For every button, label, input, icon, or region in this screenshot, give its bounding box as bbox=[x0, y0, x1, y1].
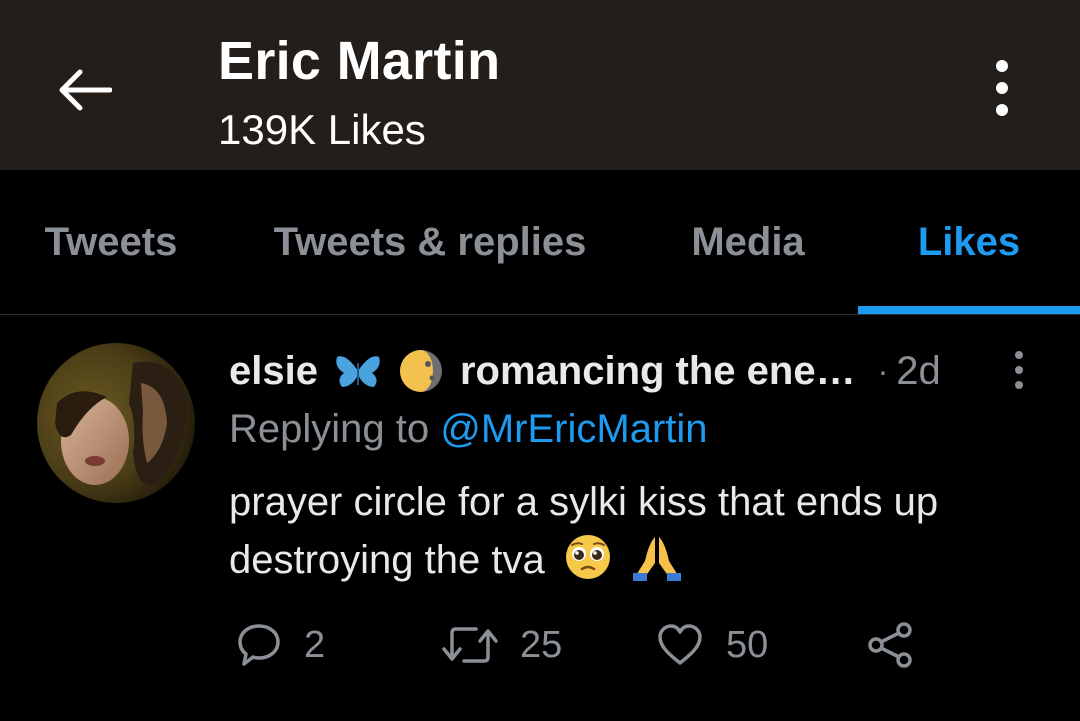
active-tab-indicator bbox=[858, 306, 1080, 314]
tweet-card[interactable]: elsie romancing the ene… · 2d Replying t… bbox=[0, 315, 1080, 721]
tweet-actions: 2 25 50 bbox=[0, 615, 1080, 675]
tweet-timestamp[interactable]: 2d bbox=[896, 349, 941, 394]
share-icon bbox=[868, 622, 912, 668]
pleading-face-icon bbox=[565, 535, 610, 579]
retweet-button[interactable]: 25 bbox=[442, 615, 562, 675]
moon-icon bbox=[399, 350, 442, 392]
more-vertical-icon bbox=[996, 60, 1008, 116]
like-count: 50 bbox=[726, 623, 769, 666]
separator-dot: · bbox=[877, 352, 889, 389]
reply-button[interactable]: 2 bbox=[236, 615, 325, 675]
tab-likes[interactable]: Likes bbox=[858, 170, 1080, 314]
tab-tweets-replies[interactable]: Tweets & replies bbox=[248, 170, 612, 314]
arrow-left-icon bbox=[59, 69, 112, 111]
tab-tweets[interactable]: Tweets bbox=[16, 170, 206, 314]
more-vertical-icon bbox=[1015, 351, 1023, 389]
retweet-icon bbox=[442, 627, 498, 663]
like-button[interactable]: 50 bbox=[656, 615, 768, 675]
tweet-more-button[interactable] bbox=[1004, 345, 1034, 395]
back-button[interactable] bbox=[52, 58, 116, 122]
share-button[interactable] bbox=[866, 615, 914, 675]
tweet-author-line: elsie romancing the ene… · 2d bbox=[229, 343, 1029, 399]
avatar[interactable] bbox=[37, 343, 195, 503]
replying-to-line: Replying to @MrEricMartin bbox=[229, 407, 708, 452]
profile-name: Eric Martin bbox=[218, 31, 501, 91]
reply-handle-link[interactable]: @MrEricMartin bbox=[440, 407, 707, 451]
butterfly-icon bbox=[336, 356, 380, 387]
replying-to-label: Replying to bbox=[229, 407, 430, 451]
likes-count: 139K Likes bbox=[218, 106, 426, 153]
profile-header: Eric Martin 139K Likes bbox=[0, 0, 1080, 170]
tweet-text-container: prayer circle for a sylki kiss that ends… bbox=[229, 473, 1049, 589]
author-display-name-tail[interactable]: romancing the ene… bbox=[460, 349, 856, 394]
more-options-button[interactable] bbox=[976, 52, 1028, 124]
profile-tabs: Tweets Tweets & replies Media Likes bbox=[0, 170, 1080, 315]
retweet-count: 25 bbox=[520, 623, 563, 666]
tab-media[interactable]: Media bbox=[664, 170, 832, 314]
reply-count: 2 bbox=[304, 623, 326, 666]
folded-hands-icon bbox=[633, 537, 681, 581]
reply-icon bbox=[238, 624, 280, 666]
author-name[interactable]: elsie bbox=[229, 349, 318, 394]
heart-icon bbox=[658, 624, 702, 665]
